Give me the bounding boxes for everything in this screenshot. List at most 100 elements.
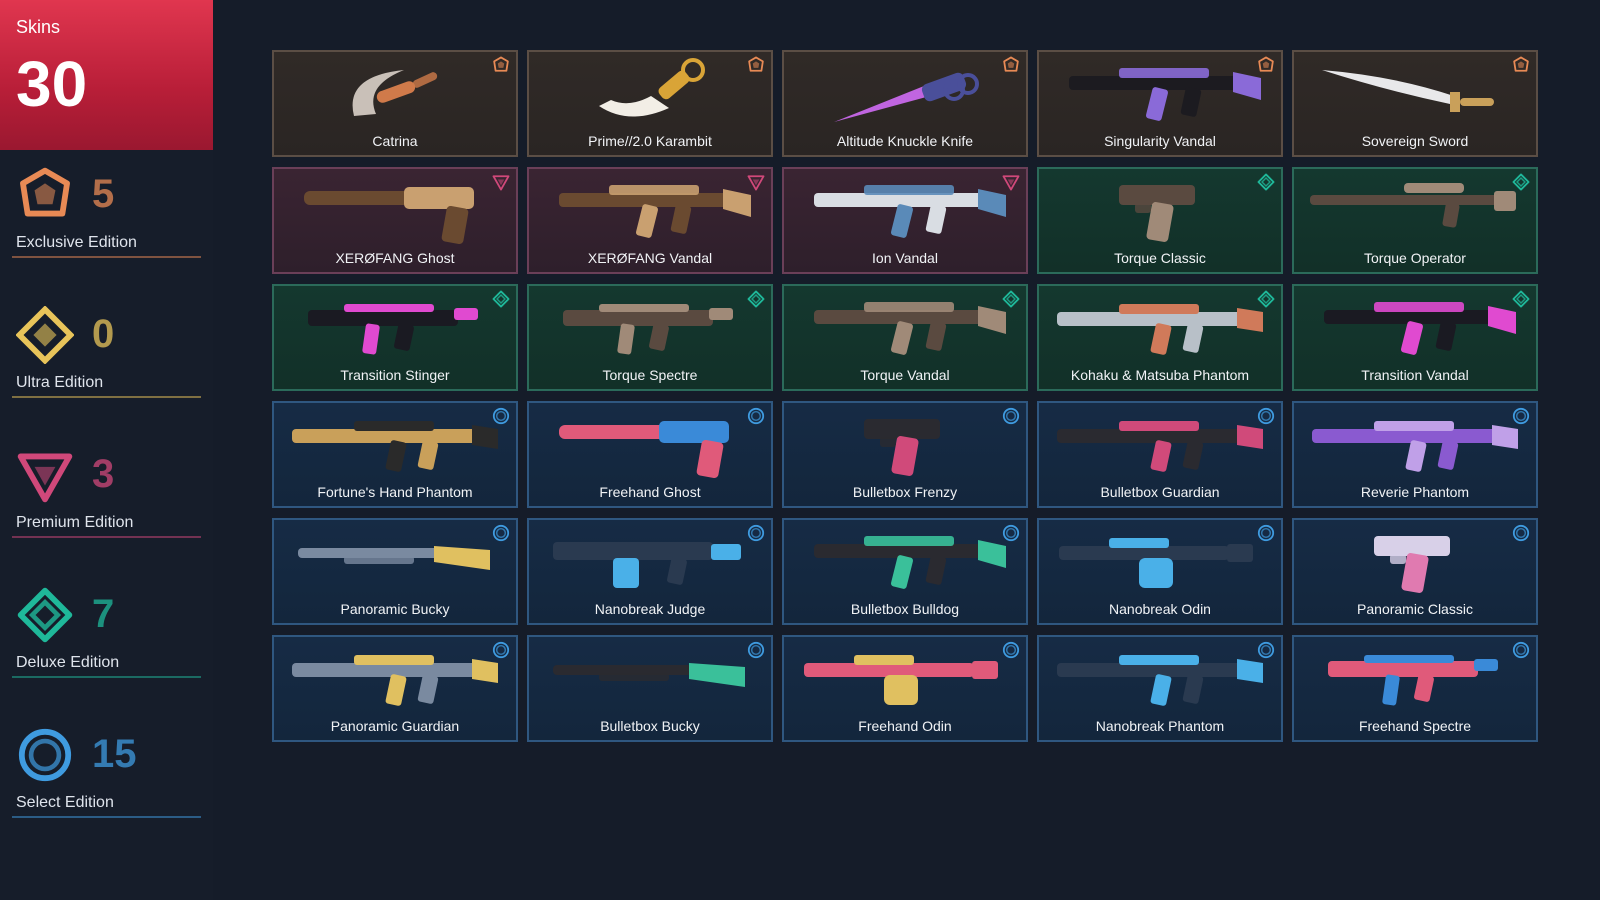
weapon-skin-image	[1304, 524, 1526, 600]
tier-deluxe[interactable]: 7 Deluxe Edition	[12, 578, 201, 688]
skin-name: Torque Classic	[1114, 250, 1206, 266]
tier-count: 15	[92, 732, 137, 776]
skin-name: Reverie Phantom	[1360, 484, 1470, 500]
tier-premium[interactable]: 3 Premium Edition	[12, 438, 201, 548]
skin-name: Freehand Ghost	[599, 484, 701, 500]
skin-name: Bulletbox Bulldog	[850, 601, 960, 617]
skin-card[interactable]: Freehand Spectre	[1292, 635, 1538, 742]
skin-name: Transition Vandal	[1361, 367, 1469, 383]
weapon-skin-image	[539, 524, 761, 600]
deluxe-edition-icon	[1257, 173, 1275, 191]
tier-divider	[12, 536, 201, 538]
select-edition-icon	[492, 524, 510, 542]
skin-card[interactable]: Torque Operator	[1292, 167, 1538, 274]
skin-card[interactable]: Bulletbox Bucky	[527, 635, 773, 742]
skin-card[interactable]: Torque Spectre	[527, 284, 773, 391]
skin-card[interactable]: Panoramic Classic	[1292, 518, 1538, 625]
skin-name: Prime//2.0 Karambit	[588, 133, 712, 149]
skin-card[interactable]: Fortune's Hand Phantom	[272, 401, 518, 508]
skin-card[interactable]: Reverie Phantom	[1292, 401, 1538, 508]
skin-name: Torque Spectre	[602, 367, 698, 383]
weapon-skin-image	[1304, 407, 1526, 483]
weapon-skin-image	[284, 524, 506, 600]
skin-card[interactable]: Transition Vandal	[1292, 284, 1538, 391]
select-edition-icon	[747, 524, 765, 542]
skin-card[interactable]: Bulletbox Guardian	[1037, 401, 1283, 508]
skin-card[interactable]: Nanobreak Judge	[527, 518, 773, 625]
deluxe-edition-icon	[1257, 290, 1275, 308]
skin-name: Singularity Vandal	[1104, 133, 1216, 149]
skin-name: Kohaku & Matsuba Phantom	[1070, 367, 1250, 383]
weapon-skin-image	[794, 290, 1016, 366]
tier-count: 0	[92, 312, 115, 356]
skin-name: Bulletbox Bucky	[600, 718, 700, 734]
weapon-skin-image	[539, 173, 761, 249]
select-edition-icon	[1002, 641, 1020, 659]
skin-name: Sovereign Sword	[1361, 133, 1469, 149]
tier-label: Select Edition	[16, 794, 114, 811]
weapon-skin-image	[1049, 290, 1271, 366]
skin-card[interactable]: Ion Vandal	[782, 167, 1028, 274]
exclusive-edition-icon	[1002, 56, 1020, 74]
skin-card[interactable]: Sovereign Sword	[1292, 50, 1538, 157]
skin-card[interactable]: XERØFANG Vandal	[527, 167, 773, 274]
tier-label: Ultra Edition	[16, 374, 104, 391]
select-edition-icon	[747, 407, 765, 425]
skin-card[interactable]: Bulletbox Bulldog	[782, 518, 1028, 625]
exclusive-edition-icon	[1257, 56, 1275, 74]
skin-name: Panoramic Classic	[1357, 601, 1473, 617]
deluxe-edition-icon	[1512, 290, 1530, 308]
skin-grid: Catrina Prime//2.0 Karambit Altitude Knu…	[272, 50, 1538, 742]
exclusive-edition-icon	[16, 166, 74, 224]
skin-card[interactable]: Panoramic Guardian	[272, 635, 518, 742]
premium-edition-icon	[492, 173, 510, 191]
select-edition-icon	[1512, 524, 1530, 542]
weapon-skin-image	[284, 407, 506, 483]
skin-card[interactable]: Transition Stinger	[272, 284, 518, 391]
skin-card[interactable]: XERØFANG Ghost	[272, 167, 518, 274]
skin-card[interactable]: Nanobreak Phantom	[1037, 635, 1283, 742]
premium-edition-icon	[16, 446, 74, 504]
exclusive-edition-icon	[1512, 56, 1530, 74]
tier-divider	[12, 396, 201, 398]
skin-card[interactable]: Catrina	[272, 50, 518, 157]
tier-count: 7	[92, 592, 115, 636]
skin-card[interactable]: Kohaku & Matsuba Phantom	[1037, 284, 1283, 391]
skin-card[interactable]: Panoramic Bucky	[272, 518, 518, 625]
skin-card[interactable]: Torque Vandal	[782, 284, 1028, 391]
tier-divider	[12, 816, 201, 818]
tier-exclusive[interactable]: 5 Exclusive Edition	[12, 158, 201, 268]
skin-card[interactable]: Altitude Knuckle Knife	[782, 50, 1028, 157]
skin-name: Bulletbox Guardian	[1100, 484, 1220, 500]
skin-name: Nanobreak Phantom	[1095, 718, 1225, 734]
skins-total-count: 30	[16, 48, 88, 120]
select-edition-icon	[1257, 524, 1275, 542]
select-edition-icon	[1512, 407, 1530, 425]
skin-card[interactable]: Freehand Odin	[782, 635, 1028, 742]
exclusive-edition-icon	[747, 56, 765, 74]
skin-name: XERØFANG Vandal	[587, 250, 713, 266]
skins-label: Skins	[16, 17, 61, 37]
weapon-skin-image	[1049, 641, 1271, 717]
deluxe-edition-icon	[16, 586, 74, 644]
skin-card[interactable]: Bulletbox Frenzy	[782, 401, 1028, 508]
skin-card[interactable]: Singularity Vandal	[1037, 50, 1283, 157]
skin-name: Nanobreak Odin	[1109, 601, 1211, 617]
tier-label: Exclusive Edition	[16, 234, 137, 251]
deluxe-edition-icon	[1002, 290, 1020, 308]
tier-ultra[interactable]: 0 Ultra Edition	[12, 298, 201, 408]
select-edition-icon	[1512, 641, 1530, 659]
select-edition-icon	[1257, 641, 1275, 659]
weapon-skin-image	[539, 641, 761, 717]
skin-card[interactable]: Freehand Ghost	[527, 401, 773, 508]
skin-card[interactable]: Nanobreak Odin	[1037, 518, 1283, 625]
tier-select[interactable]: 15 Select Edition	[12, 718, 201, 828]
skins-total-panel: Skins 30	[0, 0, 213, 150]
skin-name: XERØFANG Ghost	[335, 250, 455, 266]
weapon-skin-image	[794, 173, 1016, 249]
skin-name: Altitude Knuckle Knife	[836, 133, 974, 149]
sidebar: Skins 30 5 Exclusive Edition 0 Ultra Editi…	[0, 0, 213, 900]
skin-card[interactable]: Torque Classic	[1037, 167, 1283, 274]
skin-card[interactable]: Prime//2.0 Karambit	[527, 50, 773, 157]
skin-name: Nanobreak Judge	[594, 601, 706, 617]
